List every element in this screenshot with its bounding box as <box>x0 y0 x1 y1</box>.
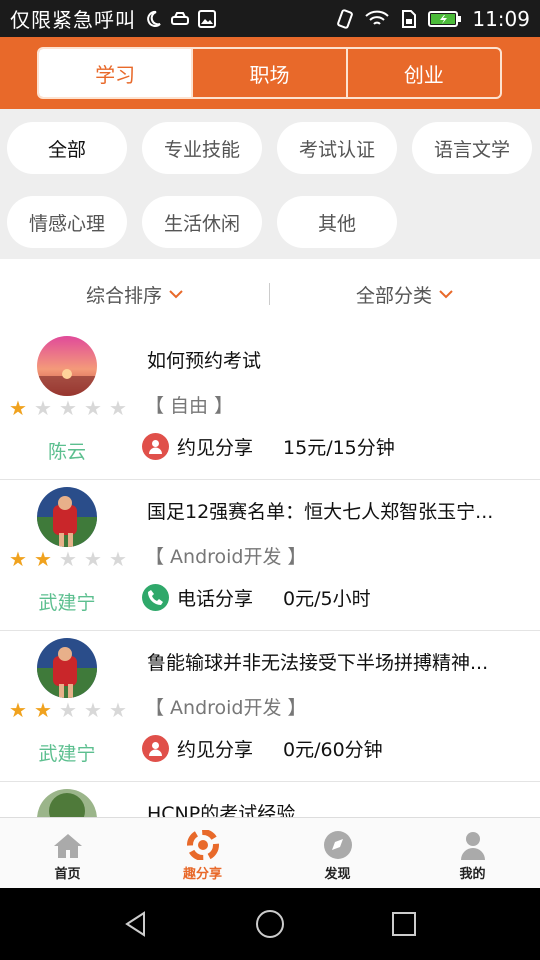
item-tag: 【 Android开发 】 <box>145 697 307 719</box>
back-icon[interactable] <box>122 910 150 938</box>
item-title: 如何预约考试 <box>147 350 262 372</box>
segmented-tabs: 学习 职场 创业 <box>37 47 502 99</box>
nav-home[interactable]: 首页 <box>0 818 135 888</box>
tab-startup[interactable]: 创业 <box>348 49 500 97</box>
sort-bar: 综合排序 全部分类 <box>0 259 540 329</box>
star-icon: ★ <box>84 396 102 420</box>
username[interactable]: 陈云 <box>0 437 134 464</box>
list-item[interactable]: ★ ★ ★ ★ ★ 武建宁 鲁能输球并非无法接受下半场拼搏精神... 【 And… <box>0 631 540 782</box>
star-icon: ★ <box>84 547 102 571</box>
username[interactable]: 武建宁 <box>0 739 134 766</box>
compass-icon <box>323 831 352 859</box>
category-label: 全部分类 <box>355 284 432 307</box>
recents-icon[interactable] <box>390 910 418 938</box>
nav-fun-share[interactable]: 趣分享 <box>135 818 270 888</box>
top-bar: 学习 职场 创业 <box>0 37 540 109</box>
star-icon: ★ <box>59 698 77 722</box>
item-title: 国足12强赛名单：恒大七人郑智张玉宁... <box>147 501 494 523</box>
clock: 11:09 <box>472 6 530 31</box>
sort-dropdown[interactable]: 综合排序 <box>0 281 270 308</box>
item-tag: 【 自由 】 <box>145 395 234 417</box>
divider <box>269 283 270 305</box>
star-icon: ★ <box>84 698 102 722</box>
list-item[interactable]: ★ ★ ★ ★ ★ 武建宁 国足12强赛名单：恒大七人郑智张玉宁... 【 An… <box>0 480 540 631</box>
share-meta: 电话分享 0元/5小时 <box>142 584 371 611</box>
star-icon: ★ <box>9 698 27 722</box>
share-circle-icon <box>186 830 219 860</box>
person-icon <box>142 433 169 460</box>
share-meta: 约见分享 15元/15分钟 <box>142 433 395 460</box>
star-icon: ★ <box>109 547 127 571</box>
star-icon: ★ <box>34 547 52 571</box>
wifi-icon <box>365 10 390 25</box>
phone-icon <box>142 584 169 611</box>
nav-label: 发现 <box>324 867 351 882</box>
sort-label: 综合排序 <box>85 284 162 307</box>
chevron-down-icon <box>439 290 453 299</box>
nav-label: 趣分享 <box>182 867 222 882</box>
status-bar: 仅限紧急呼叫 11:09 <box>0 0 540 37</box>
chip-exam-certification[interactable]: 考试认证 <box>277 122 397 174</box>
share-type: 约见分享 <box>177 437 254 459</box>
bottom-nav: 首页 趣分享 发现 我的 <box>0 817 540 888</box>
item-title: 鲁能输球并非无法接受下半场拼搏精神... <box>147 652 489 674</box>
tab-study[interactable]: 学习 <box>39 49 194 97</box>
avatar[interactable] <box>37 638 97 698</box>
star-icon: ★ <box>34 396 52 420</box>
share-type: 电话分享 <box>177 588 254 610</box>
vibrate-icon <box>337 8 354 29</box>
category-filter: 全部 专业技能 考试认证 语言文学 情感心理 生活休闲 其他 <box>0 109 540 259</box>
list-item[interactable]: HCNP的考试经验 <box>0 782 540 817</box>
nav-discover[interactable]: 发现 <box>270 818 405 888</box>
moon-icon <box>147 10 161 27</box>
nav-label: 首页 <box>54 867 81 882</box>
username[interactable]: 武建宁 <box>0 588 134 615</box>
system-nav-bar <box>0 888 540 960</box>
rating-stars: ★ ★ ★ ★ ★ <box>9 398 129 418</box>
star-icon: ★ <box>9 547 27 571</box>
rating-stars: ★ ★ ★ ★ ★ <box>9 549 129 569</box>
rating-stars: ★ ★ ★ ★ ★ <box>9 700 129 720</box>
star-icon: ★ <box>9 396 27 420</box>
share-list: ★ ★ ★ ★ ★ 陈云 如何预约考试 【 自由 】 约见分享 15元/15分钟… <box>0 329 540 817</box>
list-item[interactable]: ★ ★ ★ ★ ★ 陈云 如何预约考试 【 自由 】 约见分享 15元/15分钟 <box>0 329 540 480</box>
nav-mine[interactable]: 我的 <box>405 818 540 888</box>
home-icon <box>53 834 82 858</box>
chip-language-literature[interactable]: 语言文学 <box>412 122 532 174</box>
person-icon <box>142 735 169 762</box>
user-icon <box>460 832 485 860</box>
carrier-text: 仅限紧急呼叫 <box>10 8 136 32</box>
star-icon: ★ <box>109 396 127 420</box>
avatar[interactable] <box>37 487 97 547</box>
chip-other[interactable]: 其他 <box>277 196 397 248</box>
item-tag: 【 Android开发 】 <box>145 546 307 568</box>
price: 15元/15分钟 <box>283 437 395 459</box>
home-circle-icon[interactable] <box>255 909 285 939</box>
price: 0元/5小时 <box>283 588 371 610</box>
chevron-down-icon <box>169 290 183 299</box>
star-icon: ★ <box>109 698 127 722</box>
car-icon <box>171 11 189 25</box>
price: 0元/60分钟 <box>283 739 383 761</box>
chip-professional-skills[interactable]: 专业技能 <box>142 122 262 174</box>
tab-workplace[interactable]: 职场 <box>193 49 348 97</box>
chip-life-leisure[interactable]: 生活休闲 <box>142 196 262 248</box>
star-icon: ★ <box>59 547 77 571</box>
chip-all[interactable]: 全部 <box>7 122 127 174</box>
battery-icon <box>428 10 462 27</box>
share-type: 约见分享 <box>177 739 254 761</box>
avatar[interactable] <box>37 336 97 396</box>
avatar[interactable] <box>37 789 97 817</box>
star-icon: ★ <box>59 396 77 420</box>
nav-label: 我的 <box>459 867 486 882</box>
share-meta: 约见分享 0元/60分钟 <box>142 735 383 762</box>
item-title: HCNP的考试经验 <box>147 803 296 817</box>
category-dropdown[interactable]: 全部分类 <box>270 281 540 308</box>
star-icon: ★ <box>34 698 52 722</box>
image-icon <box>198 9 216 28</box>
sim-icon <box>402 9 417 28</box>
chip-emotion-psychology[interactable]: 情感心理 <box>7 196 127 248</box>
